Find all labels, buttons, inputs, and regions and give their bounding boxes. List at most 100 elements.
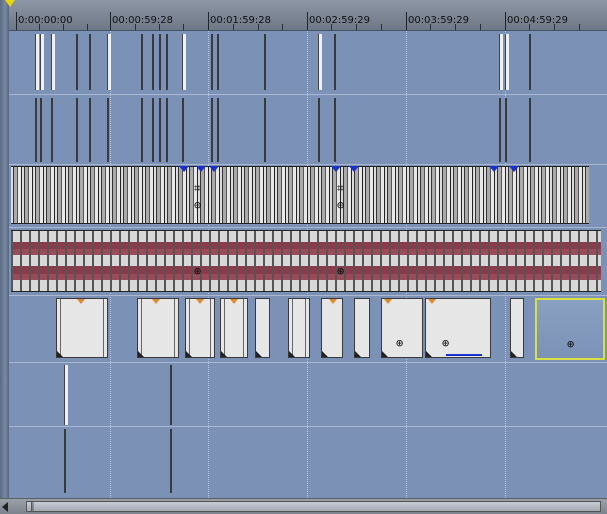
- audio-event[interactable]: [264, 98, 266, 162]
- audio-event[interactable]: [64, 429, 66, 493]
- event-pan-crop-icon[interactable]: ⊕: [567, 338, 574, 350]
- video-event[interactable]: [529, 34, 531, 90]
- ruler-minor-tick: [233, 24, 234, 30]
- generated-event[interactable]: [56, 298, 108, 358]
- audio-event[interactable]: [51, 98, 53, 162]
- transition-marker[interactable]: [331, 166, 341, 172]
- crop-icon[interactable]: ⌗: [194, 182, 201, 194]
- generated-event[interactable]: [255, 298, 270, 358]
- audio-event[interactable]: [76, 98, 78, 162]
- audio-event[interactable]: [159, 98, 161, 162]
- audio-event[interactable]: [529, 98, 531, 162]
- video-event[interactable]: [64, 365, 68, 425]
- audio-event[interactable]: [170, 429, 172, 493]
- generated-event[interactable]: [137, 298, 179, 358]
- ruler-label-1: 00:00:59:28: [112, 15, 174, 26]
- generated-event[interactable]: [220, 298, 248, 358]
- audio-event[interactable]: [166, 98, 168, 162]
- ruler-tick: [208, 12, 209, 30]
- audio-event[interactable]: [318, 98, 320, 162]
- video-track-3[interactable]: ⊕ ⊕ ⊕: [9, 296, 607, 362]
- crop-icon[interactable]: ⌗: [337, 182, 344, 194]
- fade-handle[interactable]: [428, 299, 436, 304]
- track-divider[interactable]: [9, 227, 607, 228]
- scroll-left-arrow-icon[interactable]: [2, 502, 8, 512]
- video-event[interactable]: [264, 34, 266, 90]
- ruler-minor-tick: [159, 24, 160, 30]
- generated-event[interactable]: [288, 298, 310, 358]
- audio-event[interactable]: [152, 98, 154, 162]
- video-event[interactable]: [318, 34, 322, 90]
- generated-event[interactable]: [321, 298, 343, 358]
- transition-marker[interactable]: [509, 166, 519, 172]
- audio-event[interactable]: [40, 98, 42, 162]
- transition-marker[interactable]: [489, 166, 499, 172]
- event-pan-crop-icon[interactable]: ⊕: [194, 265, 201, 277]
- video-event[interactable]: [505, 34, 509, 90]
- generated-event[interactable]: [510, 298, 524, 358]
- video-track-2[interactable]: ⌗ ⊕ ⌗ ⊕: [11, 166, 589, 224]
- video-track-4[interactable]: [9, 363, 607, 426]
- audio-track-2[interactable]: ⊕ ⊕: [11, 230, 601, 292]
- track-area[interactable]: ⌗ ⊕ ⌗ ⊕ ⊕ ⊕ ⊕ ⊕ ⊕: [9, 31, 607, 498]
- event-pan-crop-icon[interactable]: ⊕: [337, 265, 344, 277]
- generated-event[interactable]: ⊕: [381, 298, 423, 358]
- audio-event[interactable]: [499, 98, 501, 162]
- video-event[interactable]: [89, 34, 91, 90]
- event-pan-crop-icon[interactable]: ⊕: [194, 199, 201, 211]
- audio-event[interactable]: [35, 98, 37, 162]
- track-divider[interactable]: [9, 164, 607, 165]
- event-pan-crop-icon[interactable]: ⊕: [442, 337, 449, 349]
- transition-marker[interactable]: [209, 166, 219, 172]
- audio-event[interactable]: [182, 98, 184, 162]
- transition-marker[interactable]: [179, 166, 189, 172]
- generated-event[interactable]: ⊕: [425, 298, 491, 358]
- video-event[interactable]: [35, 34, 39, 90]
- video-event[interactable]: [499, 34, 503, 90]
- audio-event[interactable]: [141, 98, 143, 162]
- video-event[interactable]: [76, 34, 78, 90]
- event-pan-crop-icon[interactable]: ⊕: [337, 199, 344, 211]
- cursor-marker[interactable]: [5, 0, 15, 7]
- audio-track-4[interactable]: [9, 427, 607, 498]
- video-track-1[interactable]: [9, 31, 607, 94]
- audio-event[interactable]: [89, 98, 91, 162]
- video-event[interactable]: [211, 34, 213, 90]
- scroll-thumb[interactable]: [26, 501, 601, 512]
- fade-handle[interactable]: [384, 299, 392, 304]
- event-pan-crop-icon[interactable]: ⊕: [396, 337, 403, 349]
- event-corner: [322, 351, 328, 357]
- fade-handle[interactable]: [329, 299, 337, 304]
- fade-handle[interactable]: [196, 299, 204, 304]
- video-event[interactable]: [40, 34, 44, 90]
- video-event[interactable]: [334, 34, 336, 90]
- video-event[interactable]: [152, 34, 154, 90]
- audio-event[interactable]: [334, 98, 336, 162]
- generated-event[interactable]: [354, 298, 370, 358]
- fade-handle[interactable]: [77, 299, 85, 304]
- video-event[interactable]: [170, 365, 172, 425]
- audio-event[interactable]: [217, 98, 219, 162]
- video-event[interactable]: [182, 34, 186, 90]
- selected-generated-event[interactable]: ⊕: [535, 298, 605, 360]
- audio-event[interactable]: [211, 98, 213, 162]
- scroll-grip-icon[interactable]: ‖: [30, 502, 35, 512]
- track-header-edge[interactable]: [0, 0, 9, 514]
- video-event[interactable]: [159, 34, 161, 90]
- audio-track-1[interactable]: [9, 95, 607, 164]
- transition-marker[interactable]: [349, 166, 359, 172]
- video-event[interactable]: [141, 34, 143, 90]
- generated-event[interactable]: [185, 298, 215, 358]
- audio-event[interactable]: [107, 98, 109, 162]
- transition-marker[interactable]: [196, 166, 206, 172]
- fade-handle[interactable]: [230, 299, 238, 304]
- video-event[interactable]: [166, 34, 168, 90]
- video-event[interactable]: [217, 34, 219, 90]
- horizontal-scrollbar[interactable]: ‖: [0, 498, 607, 514]
- transition-line: [446, 354, 482, 356]
- audio-event[interactable]: [505, 98, 507, 162]
- video-event[interactable]: [107, 34, 111, 90]
- fade-handle[interactable]: [152, 299, 160, 304]
- video-event[interactable]: [51, 34, 55, 90]
- time-ruler[interactable]: 0:00:00:00 00:00:59:28 00:01:59:28 00:02…: [5, 0, 607, 31]
